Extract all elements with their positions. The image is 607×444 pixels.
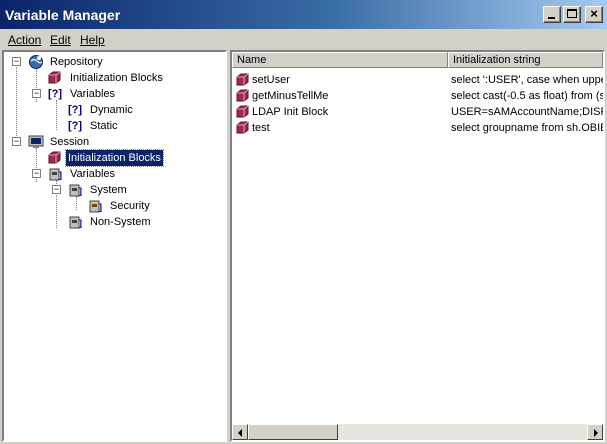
tree-pane[interactable]: − Repository Initialization Blocks − [?]… (2, 50, 227, 442)
tree-label: Dynamic (90, 104, 133, 116)
static-variable-icon: [?] (68, 120, 83, 132)
tree-connector (76, 196, 77, 210)
column-header-init-string[interactable]: Initialization string (448, 52, 603, 68)
tree-connector (56, 100, 57, 130)
row-init-string: select ':USER', case when uppe (451, 74, 603, 86)
minimize-icon (548, 17, 555, 19)
row-name: getMinusTellMe (252, 90, 329, 102)
arrow-right-icon (594, 429, 598, 437)
scrollbar-thumb[interactable] (248, 424, 338, 440)
row-init-string: USER=sAMAccountName;DISF (451, 106, 603, 118)
list-pane[interactable]: Name Initialization string setUser selec… (230, 50, 605, 442)
svg-text:]: ] (79, 218, 82, 228)
window-title: Variable Manager (5, 7, 121, 23)
list-item[interactable]: LDAP Init Block USER=sAMAccountName;DISF (232, 104, 603, 120)
tree-label: Session (50, 136, 90, 148)
menu-help[interactable]: Help (80, 33, 105, 47)
minimize-button[interactable] (543, 6, 561, 23)
menu-bar: Action Edit Help (0, 29, 607, 49)
collapse-toggle[interactable]: − (32, 89, 41, 98)
collapse-toggle[interactable]: − (12, 137, 21, 146)
collapse-toggle[interactable]: − (12, 57, 21, 66)
column-header-name[interactable]: Name (232, 52, 448, 68)
maximize-icon (567, 9, 577, 18)
repository-globe-icon (29, 55, 43, 69)
init-block-cube-icon (48, 71, 61, 84)
tree-label: Non-System (90, 216, 151, 228)
collapse-toggle[interactable]: − (52, 185, 61, 194)
tree-label-selected: Initialization Blocks (65, 149, 164, 167)
tree-label: Repository (50, 56, 103, 68)
close-icon: × (590, 6, 598, 21)
init-block-cube-icon (236, 73, 249, 86)
system-variables-icon: ] (69, 184, 82, 197)
menu-action[interactable]: Action (8, 33, 41, 47)
variable-bracket-icon: [?] (48, 88, 63, 100)
collapse-toggle[interactable]: − (32, 169, 41, 178)
row-name: LDAP Init Block (252, 106, 329, 118)
list-item[interactable]: setUser select ':USER', case when uppe (232, 72, 603, 88)
system-variables-icon: ] (69, 216, 82, 229)
init-block-cube-icon (236, 89, 249, 102)
arrow-left-icon (238, 429, 242, 437)
maximize-button[interactable] (563, 6, 581, 23)
svg-text:]: ] (59, 170, 62, 180)
scroll-right-button[interactable] (587, 424, 603, 440)
init-block-cube-icon (236, 121, 249, 134)
window-controls: × (543, 6, 603, 23)
row-name: setUser (252, 74, 290, 86)
list-item[interactable]: test select groupname from sh.OBIEI (232, 120, 603, 136)
horizontal-scrollbar[interactable] (232, 424, 603, 440)
row-name: test (252, 122, 270, 134)
tree-label: Variables (70, 88, 116, 100)
session-monitor-icon (28, 135, 44, 148)
svg-text:]: ] (99, 202, 102, 212)
tree-connector (16, 64, 17, 142)
tree-label: Security (110, 200, 150, 212)
menu-edit[interactable]: Edit (50, 33, 71, 47)
row-init-string: select cast(-0.5 as float) from (se (451, 90, 603, 102)
security-variables-icon: ] (89, 200, 102, 213)
scroll-left-button[interactable] (232, 424, 248, 440)
close-button[interactable]: × (585, 6, 603, 23)
tree-label: Initialization Blocks (70, 72, 163, 84)
system-variables-icon: ] (49, 168, 62, 181)
init-block-cube-icon (48, 151, 61, 164)
svg-text:]: ] (79, 186, 82, 196)
list-item[interactable]: getMinusTellMe select cast(-0.5 as float… (232, 88, 603, 104)
title-bar[interactable]: Variable Manager × (0, 0, 607, 29)
row-init-string: select groupname from sh.OBIEI (451, 122, 603, 134)
tree-label: System (90, 184, 127, 196)
tree-label: Static (90, 120, 118, 132)
init-block-cube-icon (236, 105, 249, 118)
dynamic-variable-icon: [?] (68, 104, 83, 116)
tree-label: Variables (70, 168, 116, 180)
